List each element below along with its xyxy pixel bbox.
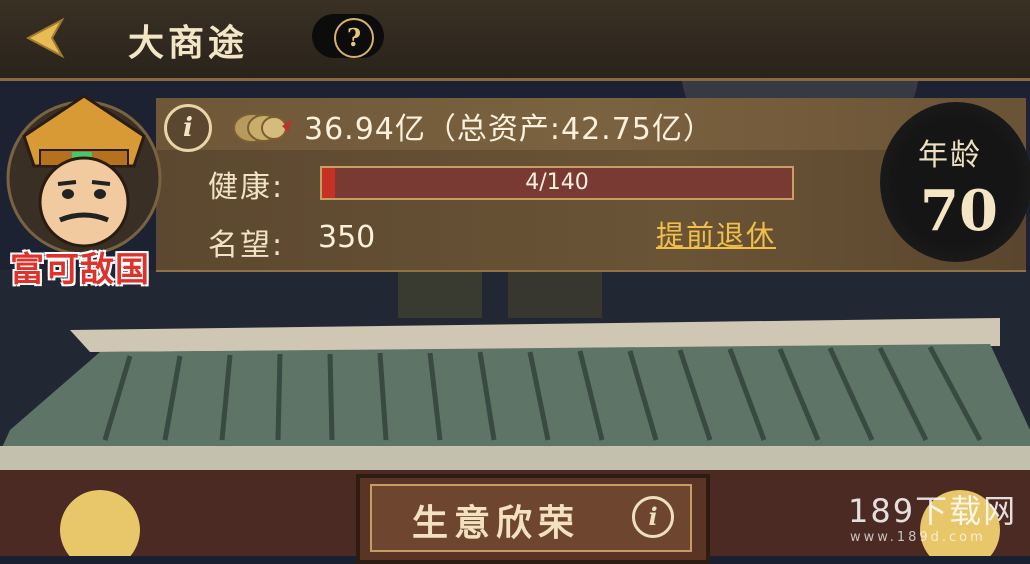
health-bar: 4/140 bbox=[320, 166, 794, 200]
early-retire-link[interactable]: 提前退休 bbox=[656, 214, 776, 254]
page-title: 大商途 bbox=[128, 22, 249, 64]
health-bar-text: 4/140 bbox=[525, 170, 589, 195]
shop-info-button[interactable]: i bbox=[632, 496, 674, 538]
fame-label: 名望: bbox=[208, 228, 285, 263]
fame-value: 350 bbox=[318, 220, 376, 255]
background-scene bbox=[0, 0, 1030, 556]
age-value: 70 bbox=[920, 178, 998, 244]
info-button[interactable]: i bbox=[164, 104, 212, 152]
watermark: 189下载网 bbox=[848, 492, 1018, 530]
watermark-url: www.189d.com bbox=[850, 530, 986, 545]
help-button[interactable]: ? bbox=[334, 18, 374, 58]
back-arrow-icon[interactable] bbox=[22, 16, 72, 60]
health-label: 健康: bbox=[208, 170, 285, 205]
money-amount: 36.94亿（总资产:42.75亿） bbox=[304, 112, 714, 147]
shop-sign-text: 生意欣荣 bbox=[412, 502, 581, 544]
coin-string-icon bbox=[233, 113, 292, 143]
character-avatar[interactable] bbox=[4, 86, 164, 266]
age-label: 年龄 bbox=[918, 138, 982, 173]
avatar-title: 富可敌国 bbox=[10, 250, 150, 290]
